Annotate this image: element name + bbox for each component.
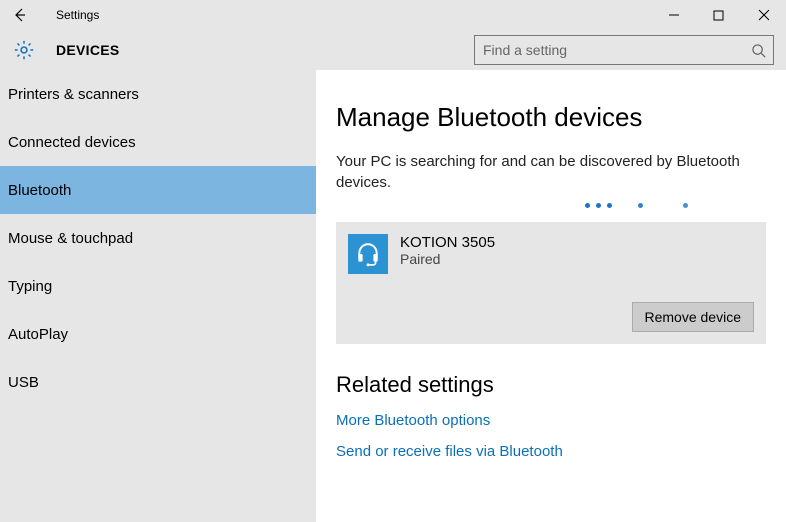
device-card[interactable]: KOTION 3505 Paired Remove device	[336, 222, 766, 344]
search-box[interactable]	[474, 35, 774, 65]
minimize-button[interactable]	[651, 0, 696, 30]
sidebar-item-printers-scanners[interactable]: Printers & scanners	[0, 70, 316, 118]
status-text: Your PC is searching for and can be disc…	[336, 151, 756, 193]
back-button[interactable]	[0, 0, 40, 30]
sidebar-item-label: AutoPlay	[8, 326, 68, 343]
sidebar-item-typing[interactable]: Typing	[0, 262, 316, 310]
sidebar-item-label: Typing	[8, 278, 52, 295]
sidebar: Printers & scanners Connected devices Bl…	[0, 70, 316, 522]
sidebar-item-label: Mouse & touchpad	[8, 230, 133, 247]
sidebar-item-label: Connected devices	[8, 134, 136, 151]
device-status: Paired	[400, 251, 495, 267]
remove-device-button[interactable]: Remove device	[632, 302, 755, 332]
sidebar-item-mouse-touchpad[interactable]: Mouse & touchpad	[0, 214, 316, 262]
searching-indicator	[336, 203, 736, 208]
sidebar-item-bluetooth[interactable]: Bluetooth	[0, 166, 316, 214]
link-send-receive-files[interactable]: Send or receive files via Bluetooth	[336, 443, 766, 460]
search-input[interactable]	[475, 42, 743, 58]
titlebar: Settings	[0, 0, 786, 30]
main-content: Manage Bluetooth devices Your PC is sear…	[316, 70, 786, 522]
sidebar-item-label: Printers & scanners	[8, 86, 139, 103]
close-button[interactable]	[741, 0, 786, 30]
search-icon[interactable]	[743, 43, 773, 58]
header: DEVICES	[0, 30, 786, 70]
sidebar-item-label: Bluetooth	[8, 182, 71, 199]
window-title: Settings	[40, 8, 99, 22]
sidebar-item-label: USB	[8, 374, 39, 391]
headset-icon	[348, 234, 388, 274]
device-name: KOTION 3505	[400, 234, 495, 251]
section-title: DEVICES	[56, 42, 120, 58]
link-more-bluetooth-options[interactable]: More Bluetooth options	[336, 412, 766, 429]
sidebar-item-usb[interactable]: USB	[0, 358, 316, 406]
sidebar-item-autoplay[interactable]: AutoPlay	[0, 310, 316, 358]
maximize-button[interactable]	[696, 0, 741, 30]
sidebar-item-connected-devices[interactable]: Connected devices	[0, 118, 316, 166]
page-title: Manage Bluetooth devices	[336, 102, 766, 133]
related-settings-heading: Related settings	[336, 372, 766, 398]
gear-icon	[12, 38, 36, 62]
